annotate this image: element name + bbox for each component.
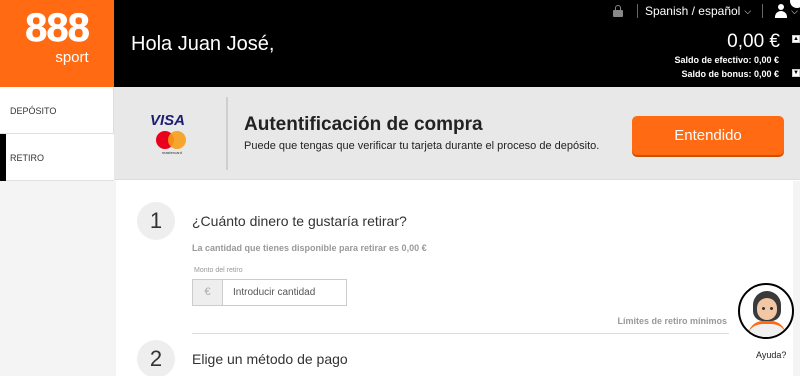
withdrawal-card: 1 ¿Cuánto dinero te gustaría retirar? La… xyxy=(116,181,793,376)
step-title: ¿Cuánto dinero te gustaría retirar? xyxy=(192,213,407,229)
language-selector[interactable]: Spanish / español xyxy=(645,4,740,18)
user-icon[interactable] xyxy=(774,4,788,18)
banner-title: Autentificación de compra xyxy=(244,114,483,135)
purchase-auth-banner: VISA mastercard Autentificación de compr… xyxy=(114,87,800,180)
sidebar-item-deposito[interactable]: DEPÓSITO xyxy=(0,87,114,134)
step-title: Elige un método de pago xyxy=(192,351,348,367)
scroll-down-icon[interactable]: ▼ xyxy=(792,69,800,77)
understood-button[interactable]: Entendido xyxy=(632,116,784,155)
header-controls: Spanish / español ⌵ ⌵ xyxy=(612,0,800,22)
withdrawal-limits-link[interactable]: Límites de retiro mínimos xyxy=(617,316,727,326)
available-amount-text: La cantidad que tienes disponible para r… xyxy=(192,243,427,253)
divider xyxy=(192,333,729,334)
greeting-text: Hola Juan José, xyxy=(131,33,275,55)
mastercard-icon xyxy=(156,131,186,149)
scroll-up-icon[interactable]: ▲ xyxy=(792,35,800,43)
withdrawal-panel: 1 ¿Cuánto dinero te gustaría retirar? La… xyxy=(114,181,800,376)
banner-divider xyxy=(226,97,228,170)
bonus-balance: Saldo de bonus: 0,00 € xyxy=(681,69,779,79)
lock-icon xyxy=(612,5,623,17)
brand-logo[interactable]: 888 sport xyxy=(0,0,114,87)
amount-placeholder[interactable]: Introducir cantidad xyxy=(223,280,315,305)
cash-balance: Saldo de efectivo: 0,00 € xyxy=(674,55,779,65)
sidebar: DEPÓSITO RETIRO xyxy=(0,87,114,376)
step-number: 2 xyxy=(137,340,175,376)
help-agent-icon[interactable] xyxy=(738,283,794,339)
sidebar-item-retiro[interactable]: RETIRO xyxy=(0,134,114,181)
amount-label: Monto del retiro xyxy=(194,267,243,274)
chevron-down-icon[interactable]: ⌵ xyxy=(744,6,751,17)
account-balance: 0,00 € xyxy=(727,31,780,52)
top-header: 888 sport Hola Juan José, Spanish / espa… xyxy=(0,0,800,87)
euro-icon: € xyxy=(193,280,223,305)
help-label[interactable]: Ayuda? xyxy=(756,350,786,360)
divider xyxy=(636,4,638,18)
header-scrollbar[interactable]: ▲ ▼ xyxy=(792,25,800,87)
logo-number: 888 xyxy=(25,6,90,50)
logo-word: sport xyxy=(55,49,89,66)
step-number: 1 xyxy=(137,202,175,240)
mastercard-label: mastercard xyxy=(161,150,182,155)
visa-logo: VISA xyxy=(150,112,186,129)
banner-subtitle: Puede que tengas que verificar tu tarjet… xyxy=(244,140,600,152)
amount-input[interactable]: € Introducir cantidad xyxy=(192,279,347,306)
sidebar-empty-area xyxy=(0,181,114,376)
divider xyxy=(762,4,764,18)
